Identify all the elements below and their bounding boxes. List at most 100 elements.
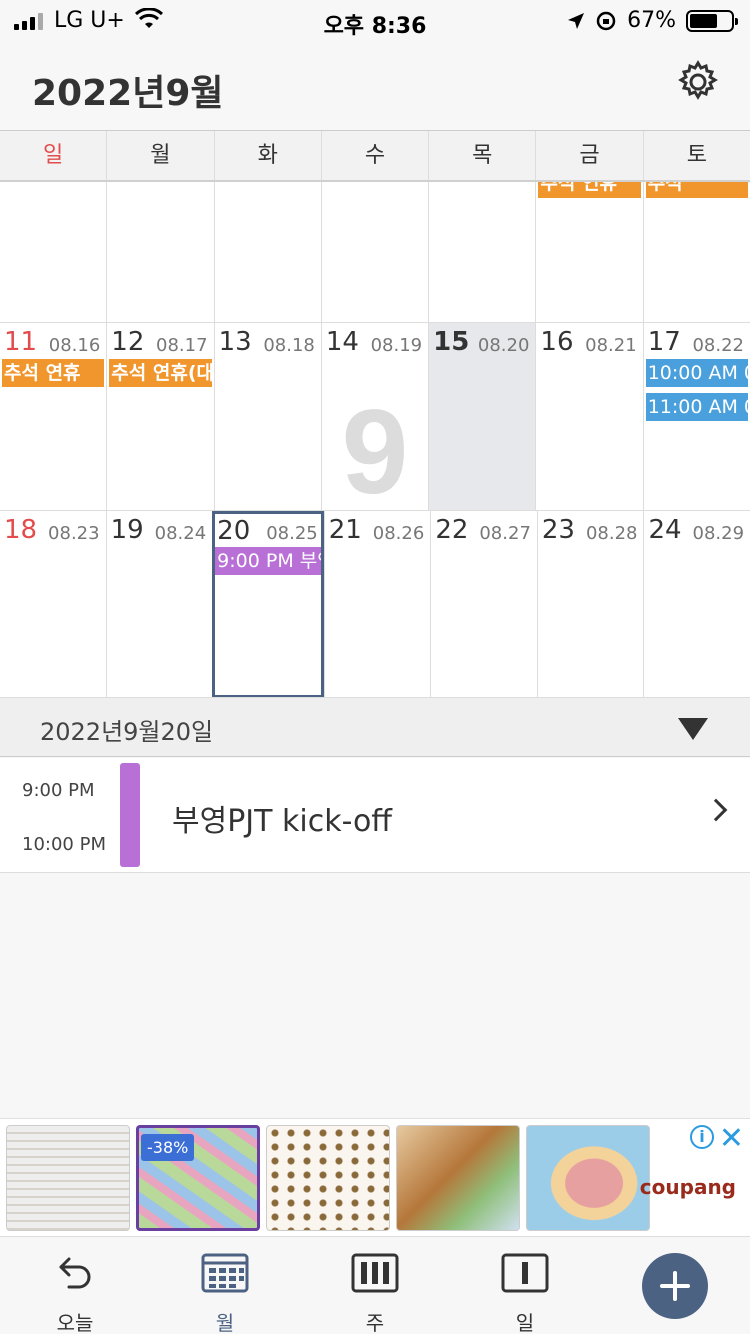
tab-label: 일 [515,1311,535,1334]
calendar-event[interactable]: 추석 연휴 [538,182,641,198]
day-cell[interactable]: 11 08.16 추석 연휴 [0,323,106,510]
month-watermark: 9 [341,385,409,519]
ad-product-image[interactable] [6,1125,130,1231]
day-number: 24 [648,515,682,545]
lunar-date: 08.18 [263,335,315,356]
day-cell[interactable]: 19 08.24 [105,511,213,698]
day-number: 14 [325,327,359,357]
weekday-thu: 목 [428,131,535,180]
tab-today[interactable]: 오늘 [30,1251,120,1334]
day-cell[interactable]: 21 08.26 [323,511,431,698]
tab-label: 주 [365,1311,385,1334]
weekday-sat: 토 [642,131,750,180]
day-number: 17 [647,327,681,357]
status-bar: LG U+ 오후 8:36 67% [0,0,750,42]
location-icon [568,12,585,29]
week-columns-icon [330,1251,420,1295]
month-grid-icon [180,1251,270,1295]
discount-badge: -38% [141,1134,195,1161]
lunar-date: 08.21 [585,335,637,356]
collapse-triangle-icon[interactable] [678,718,708,740]
day-cell[interactable]: 16 08.21 [535,323,642,510]
day-cell[interactable]: 24 08.29 [643,511,750,698]
event-end-time: 10:00 PM [22,834,106,855]
week-row: 18 08.23 19 08.24 20 08.25 9:00 PM 부영 21… [0,511,750,699]
add-event-button[interactable] [642,1253,708,1319]
weekday-fri: 금 [535,131,642,180]
calendar-event[interactable]: 10:00 AM 0 [645,359,748,387]
lunar-date: 08.26 [372,523,425,544]
weekday-tue: 화 [213,131,321,180]
tab-label: 월 [215,1311,235,1334]
month-title[interactable]: 2022년9월 [32,64,223,116]
day-cell[interactable]: 17 08.22 10:00 AM 0 11:00 AM 0 [642,323,750,510]
undo-arrow-icon [30,1251,120,1295]
weekday-sun: 일 [43,143,64,168]
weekday-mon: 월 [106,131,213,180]
rotation-lock-icon [596,11,616,30]
calendar-event[interactable]: 추석 연휴 [2,359,105,387]
lunar-date: 08.22 [692,335,744,356]
lunar-date: 08.16 [48,335,101,356]
ad-close-icon[interactable]: ✕ [719,1121,744,1156]
lunar-date: 08.23 [48,523,100,544]
day-cell[interactable] [213,182,321,322]
day-cell[interactable]: 추석 연휴 [535,182,642,322]
day-cell[interactable]: 14 08.19 9 [320,323,428,519]
battery-icon [686,9,738,32]
day-number: 16 [540,327,574,357]
day-number: 11 [4,327,38,357]
day-number: 12 [111,327,145,357]
day-number: 20 [217,516,251,546]
month-grid: 추석 연휴 추석 11 08.16 추석 연휴 12 08.17 추석 연휴(대… [0,182,750,699]
weekday-header: 일 월 화 수 목 금 토 [0,130,750,182]
calendar-event[interactable]: 추석 연휴(대 [109,359,212,387]
ad-brand-logo: coupang [639,1175,736,1199]
app-header: 2022년9월 [0,42,750,130]
event-title: 부영PJT kick-off [172,804,392,839]
day-cell[interactable]: 22 08.27 [430,511,537,698]
day-number: 13 [218,327,252,357]
day-cell[interactable] [0,182,106,322]
calendar-event[interactable]: 추석 [645,182,748,198]
day-cell[interactable] [320,182,428,322]
day-number: 19 [110,515,144,545]
calendar-event[interactable]: 11:00 AM 0 [645,393,748,421]
day-cell[interactable] [106,182,213,322]
day-cell[interactable]: 23 08.28 [536,511,644,698]
chevron-right-icon[interactable] [704,798,728,822]
battery-percent: 67% [627,8,676,33]
lunar-date: 08.19 [370,335,423,356]
tab-month[interactable]: 월 [180,1251,270,1334]
day-cell[interactable]: 12 08.17 추석 연휴(대 [106,323,213,510]
day-cell[interactable] [428,182,535,322]
day-cell-selected[interactable]: 20 08.25 9:00 PM 부영 [212,511,324,698]
ad-product-image[interactable] [396,1125,520,1231]
event-color-bar [120,763,140,867]
calendar-event[interactable]: 9:00 PM 부영 [215,547,321,575]
ad-product-image[interactable] [526,1125,650,1231]
day-cell[interactable]: 18 08.23 [0,511,106,698]
day-cell[interactable]: 13 08.18 [213,323,321,510]
lunar-date: 08.24 [154,523,207,544]
event-list-item[interactable]: 9:00 PM 10:00 PM 부영PJT kick-off [0,758,750,873]
day-number: 18 [4,515,38,545]
selected-date-bar[interactable]: 2022년9월20일 [0,697,750,757]
day-number: 21 [328,515,362,545]
tab-week[interactable]: 주 [330,1251,420,1334]
day-number: 22 [435,515,469,545]
day-cell-today[interactable]: 15 08.20 [428,323,536,510]
ad-product-image[interactable]: -38% [136,1125,260,1231]
tab-day[interactable]: 일 [480,1251,570,1334]
ad-product-image[interactable] [266,1125,390,1231]
day-cell[interactable]: 추석 [642,182,750,322]
day-column-icon [480,1251,570,1295]
lunar-date: 08.25 [266,523,318,544]
event-start-time: 9:00 PM [22,780,95,801]
lunar-date: 08.27 [479,523,531,544]
lunar-date: 08.28 [585,523,638,544]
settings-gear-icon[interactable] [676,60,720,104]
lunar-date: 08.20 [477,335,530,356]
ad-banner[interactable]: -38% i ✕ coupang [0,1118,750,1236]
ad-info-icon[interactable]: i [690,1125,714,1149]
